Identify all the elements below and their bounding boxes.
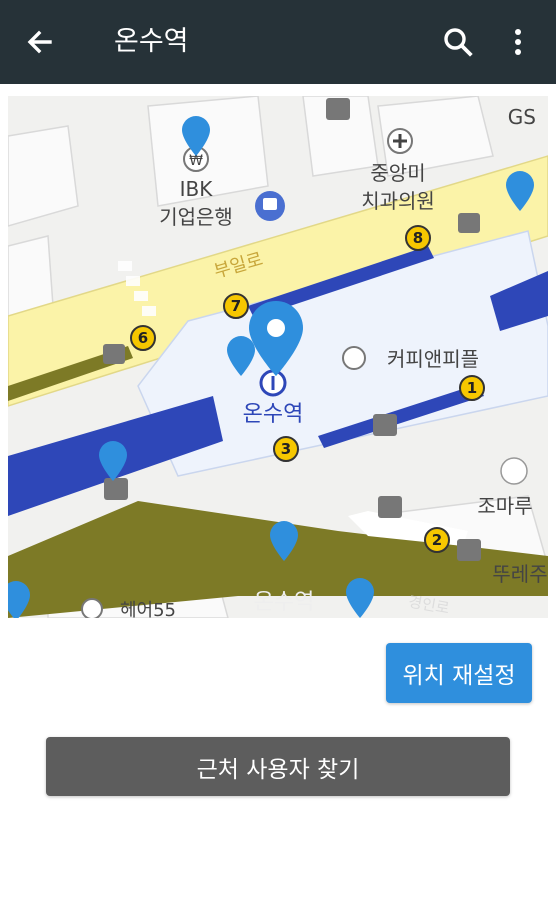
gs-label: GS [508,105,536,129]
find-nearby-users-button[interactable]: 근처 사용자 찾기 [46,737,510,796]
station-symbol-icon [259,369,287,397]
bank-label: 기업은행 [159,205,233,229]
exit-label: 2 [432,531,442,549]
exit-label: 3 [281,440,291,458]
dental-label: 치과의원 [361,189,435,213]
station-map[interactable]: 6 7 8 1 3 2 ₩ GS 중앙미 치과의원 IBK 기업은행 부일로 커… [8,96,548,618]
cafe-label: 커피앤피플 [387,347,479,371]
app-bar: 온수역 [0,0,556,84]
bank-label: IBK [180,177,214,201]
back-arrow-icon[interactable] [22,24,58,60]
more-vertical-icon[interactable] [500,24,536,60]
search-icon[interactable] [440,24,476,60]
station-label: 온수역 [243,402,304,427]
exit-label: 6 [138,329,148,347]
restaurant-label: 조마루 [477,494,532,518]
station-label: 온수역 [254,590,315,615]
reset-location-button[interactable]: 위치 재설정 [386,643,532,703]
dental-label: 중앙미 [370,161,425,185]
hair-salon-label: 헤어55 [120,600,176,618]
page-title: 온수역 [114,26,189,57]
exit-label: 1 [467,379,477,397]
bakery-label: 뚜레주 [492,562,547,586]
exit-label: 7 [231,297,241,315]
exit-label: 8 [413,229,423,247]
